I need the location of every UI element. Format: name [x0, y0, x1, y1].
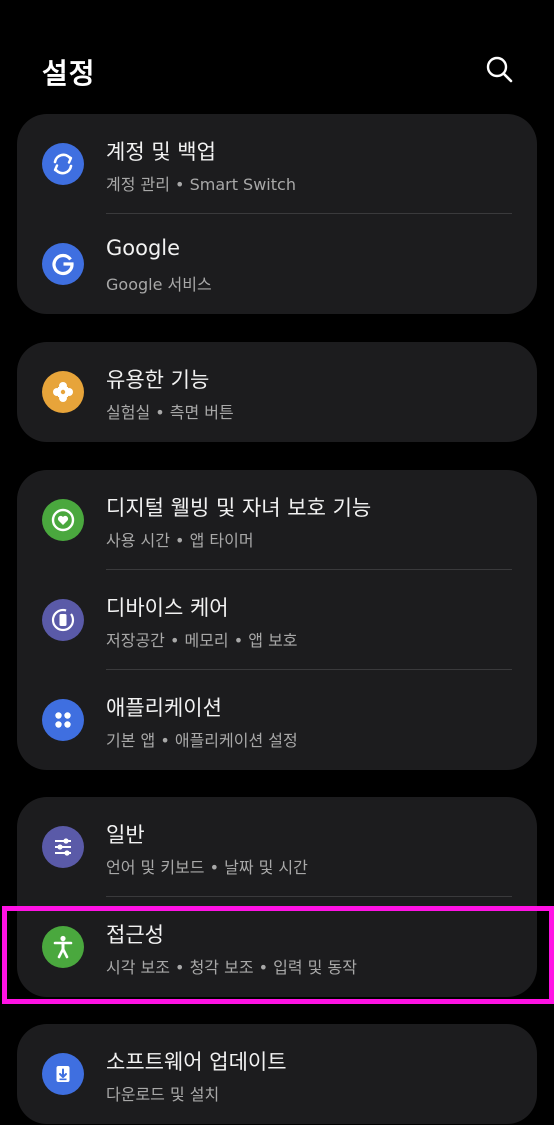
settings-item-google[interactable]: Google Google 서비스: [17, 214, 537, 314]
settings-item-subtitle: 언어 및 키보드 • 날짜 및 시간: [106, 858, 308, 877]
google-icon: [42, 243, 84, 285]
settings-group-features: 유용한 기능 실험실 • 측면 버튼: [17, 342, 537, 442]
search-button[interactable]: [480, 50, 520, 90]
settings-item-title: 일반: [106, 823, 145, 847]
accessibility-icon: [42, 926, 84, 968]
settings-group-update: 소프트웨어 업데이트 다운로드 및 설치: [17, 1024, 537, 1124]
settings-item-subtitle: 시각 보조 • 청각 보조 • 입력 및 동작: [106, 958, 357, 977]
search-icon: [486, 56, 513, 83]
puzzle-icon: [42, 371, 84, 413]
sync-icon: [42, 143, 84, 185]
settings-item-useful-features[interactable]: 유용한 기능 실험실 • 측면 버튼: [17, 342, 537, 442]
device-care-icon: [42, 599, 84, 641]
settings-item-digital-wellbeing[interactable]: 디지털 웰빙 및 자녀 보호 기능 사용 시간 • 앱 타이머: [17, 470, 537, 570]
settings-item-general[interactable]: 일반 언어 및 키보드 • 날짜 및 시간: [17, 797, 537, 897]
wellbeing-icon: [42, 499, 84, 541]
settings-item-title: 접근성: [106, 923, 164, 947]
settings-item-title: 유용한 기능: [106, 368, 210, 392]
settings-group-device: 디지털 웰빙 및 자녀 보호 기능 사용 시간 • 앱 타이머 디바이스 케어 …: [17, 470, 537, 770]
settings-item-subtitle: Google 서비스: [106, 275, 212, 294]
header: 설정: [0, 0, 554, 110]
settings-item-title: 애플리케이션: [106, 696, 222, 720]
software-update-icon: [42, 1053, 84, 1095]
page-title: 설정: [42, 57, 96, 90]
settings-item-subtitle: 실험실 • 측면 버튼: [106, 403, 234, 422]
sliders-icon: [42, 826, 84, 868]
settings-group-general: 일반 언어 및 키보드 • 날짜 및 시간 접근성 시각 보조 • 청각 보조 …: [17, 797, 537, 997]
settings-item-subtitle: 사용 시간 • 앱 타이머: [106, 531, 254, 550]
settings-item-subtitle: 저장공간 • 메모리 • 앱 보호: [106, 631, 298, 650]
settings-item-title: 디바이스 케어: [106, 596, 229, 620]
settings-item-applications[interactable]: 애플리케이션 기본 앱 • 애플리케이션 설정: [17, 670, 537, 770]
settings-screen: 설정 계정 및 백업 계정 관리 • Smart Switch Google G…: [0, 0, 554, 1125]
settings-item-subtitle: 다운로드 및 설치: [106, 1085, 220, 1104]
settings-item-title: 디지털 웰빙 및 자녀 보호 기능: [106, 496, 372, 520]
settings-item-subtitle: 계정 관리 • Smart Switch: [106, 175, 296, 194]
settings-item-subtitle: 기본 앱 • 애플리케이션 설정: [106, 731, 298, 750]
settings-item-accounts-backup[interactable]: 계정 및 백업 계정 관리 • Smart Switch: [17, 114, 537, 214]
settings-item-device-care[interactable]: 디바이스 케어 저장공간 • 메모리 • 앱 보호: [17, 570, 537, 670]
settings-item-title: 소프트웨어 업데이트: [106, 1050, 287, 1074]
settings-item-accessibility[interactable]: 접근성 시각 보조 • 청각 보조 • 입력 및 동작: [17, 897, 537, 997]
settings-item-software-update[interactable]: 소프트웨어 업데이트 다운로드 및 설치: [17, 1024, 537, 1124]
apps-icon: [42, 699, 84, 741]
settings-group-accounts: 계정 및 백업 계정 관리 • Smart Switch Google Goog…: [17, 114, 537, 314]
settings-item-title: 계정 및 백업: [106, 140, 216, 164]
settings-item-title: Google: [106, 236, 181, 260]
